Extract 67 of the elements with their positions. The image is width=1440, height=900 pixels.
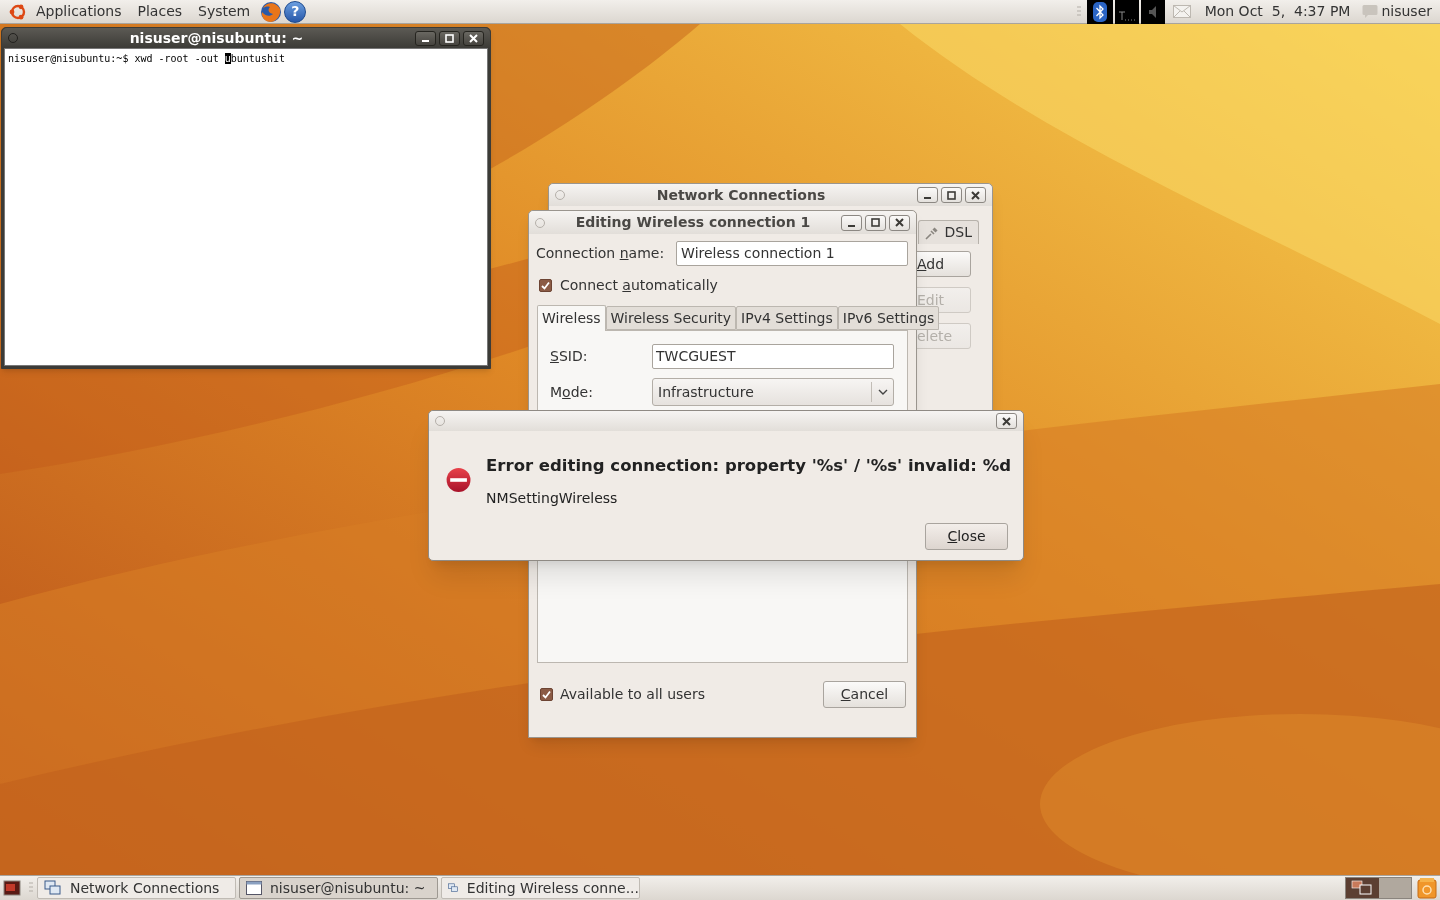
close-icon <box>1002 416 1011 426</box>
close-icon <box>469 33 478 43</box>
menu-item[interactable]: Applications <box>36 1 122 22</box>
show-desktop-icon[interactable] <box>3 879 21 897</box>
window-icon <box>246 881 262 895</box>
plug-icon <box>924 225 939 240</box>
close-icon <box>895 218 904 227</box>
checkbox[interactable] <box>540 688 553 701</box>
checkbox-label: Available to all users <box>560 685 706 704</box>
error-detail: NMSettingWireless <box>486 488 619 508</box>
checkbox[interactable] <box>539 279 552 292</box>
volume-icon[interactable] <box>1140 0 1165 24</box>
check-icon <box>541 281 550 290</box>
taskbar-button[interactable]: Editing Wireless conne... <box>441 877 640 899</box>
window-icon <box>1350 880 1375 896</box>
minimize-icon <box>848 224 855 227</box>
close-button[interactable] <box>889 214 910 231</box>
tab[interactable]: IPv6 Settings <box>837 306 940 330</box>
close-button[interactable] <box>965 187 986 203</box>
connection-name-field[interactable]: Wireless connection 1 <box>676 241 908 266</box>
tab[interactable]: IPv4 Settings <box>736 306 838 330</box>
network-icon <box>44 880 62 896</box>
trash-icon[interactable] <box>1416 877 1438 899</box>
clock[interactable]: Mon Oct 5, 4:37 PM <box>1204 1 1351 22</box>
close-button[interactable] <box>996 413 1017 429</box>
menu-item[interactable]: Places <box>137 1 183 22</box>
bluetooth-icon[interactable] <box>1086 0 1113 24</box>
mode-dropdown[interactable]: Infrastructure <box>652 378 894 406</box>
error-message: Error editing connection: property '%s' / '%s' invalid: %d <box>486 455 1011 477</box>
ssid-field[interactable]: TWCGUEST <box>652 344 894 369</box>
maximize-icon <box>871 218 880 227</box>
minimize-button[interactable] <box>917 187 938 203</box>
window-title: Editing Wireless connection 1 <box>575 213 811 232</box>
window-title: Network Connections <box>656 185 826 205</box>
network-icon[interactable] <box>1114 0 1139 24</box>
checkbox-label: Connect automatically <box>560 276 718 295</box>
help-icon[interactable]: ? <box>284 0 307 23</box>
close-button[interactable] <box>463 30 484 46</box>
tab[interactable]: Wireless Security <box>605 306 737 330</box>
cancel-button[interactable]: Cancel <box>823 681 906 708</box>
maximize-button[interactable] <box>865 214 886 231</box>
minimize-button[interactable] <box>415 30 436 46</box>
maximize-icon <box>947 190 956 200</box>
close-button[interactable]: Close <box>925 522 1008 550</box>
taskbar-button[interactable]: nisuser@nisubuntu: ~ <box>239 877 438 899</box>
minimize-button[interactable] <box>841 214 862 231</box>
maximize-button[interactable] <box>941 187 962 203</box>
field-label: Connection name: <box>536 244 665 263</box>
tab[interactable]: DSL <box>917 220 979 244</box>
field-label: SSID: <box>550 347 589 366</box>
terminal-line: nisuser@nisubuntu:~$ xwd -root -out ubuntushit <box>8 52 286 66</box>
workspace-switcher[interactable] <box>1345 877 1412 899</box>
check-icon <box>542 690 551 699</box>
maximize-button[interactable] <box>439 30 460 46</box>
chevron-down-icon <box>877 389 888 395</box>
window-title: nisuser@nisubuntu: ~ <box>129 28 304 48</box>
maximize-icon <box>445 33 454 43</box>
field-label: Mode: <box>550 382 594 402</box>
taskbar-button[interactable]: Network Connections <box>37 877 236 899</box>
handle-icon <box>1076 4 1081 19</box>
browser-icon[interactable] <box>260 0 283 23</box>
user-name[interactable]: nisuser <box>1381 1 1432 22</box>
menu-item[interactable]: System <box>198 1 251 22</box>
close-icon <box>971 190 980 200</box>
minimize-icon <box>924 197 931 199</box>
minimize-icon <box>422 40 429 42</box>
tab[interactable]: Wireless <box>537 305 606 331</box>
